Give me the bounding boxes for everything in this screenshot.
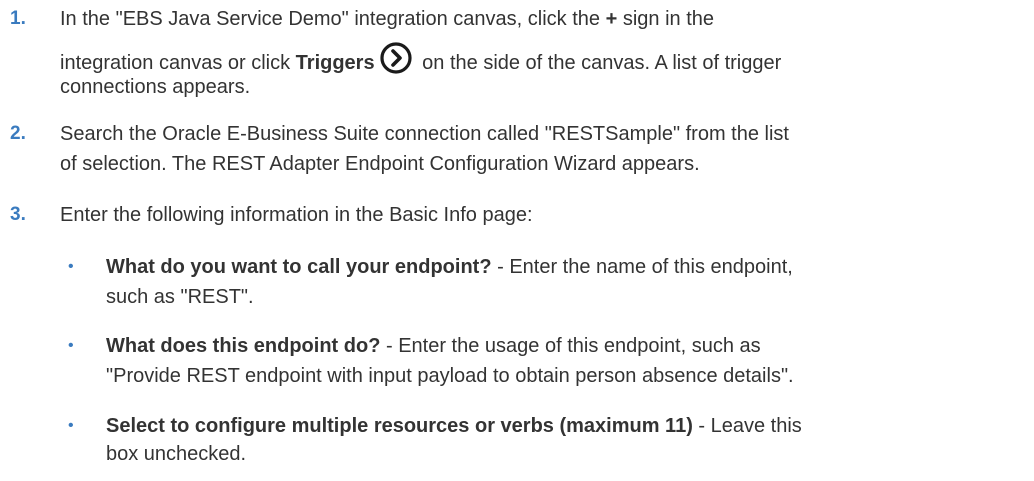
bullet-1-line-1: What do you want to call your endpoint? … [106, 251, 793, 283]
bullet-2-text: "Provide REST endpoint with input payloa… [106, 365, 794, 387]
bullet-marker: • [68, 258, 74, 275]
bullet-2-title: What does this endpoint do? [106, 335, 381, 357]
bullet-3-line-2: box unchecked. [106, 438, 246, 470]
bullet-marker: • [68, 337, 74, 354]
instruction-page: 1. In the "EBS Java Service Demo" integr… [0, 0, 1034, 481]
bullet-3-title: Select to configure multiple resources o… [106, 415, 693, 437]
step-number: 2. [10, 123, 26, 144]
bullet-1-line-2: such as "REST". [106, 281, 254, 313]
step-1-text: sign in the [617, 8, 714, 30]
bullet-2-line-2: "Provide REST endpoint with input payloa… [106, 360, 794, 392]
bullet-1-text: - Enter the name of this endpoint, [491, 256, 793, 278]
bullet-2-text: - Enter the usage of this endpoint, such… [380, 335, 761, 357]
bullet-1-text: such as "REST". [106, 286, 254, 308]
step-1-line-1: In the "EBS Java Service Demo" integrati… [60, 3, 714, 35]
bullet-1-title: What do you want to call your endpoint? [106, 256, 492, 278]
bullet-3-text: - Leave this [692, 415, 802, 437]
step-2-line-1: Search the Oracle E-Business Suite conne… [60, 118, 789, 150]
step-1-text: In the "EBS Java Service Demo" integrati… [60, 8, 606, 30]
step-3-line-1: Enter the following information in the B… [60, 199, 533, 231]
step-1-text: connections appears. [60, 76, 251, 98]
bullet-2-line-1: What does this endpoint do? - Enter the … [106, 330, 761, 362]
step-2-line-2: of selection. The REST Adapter Endpoint … [60, 148, 700, 180]
step-2-text: Search the Oracle E-Business Suite conne… [60, 123, 789, 145]
triggers-label: Triggers [295, 52, 375, 74]
step-1-line-3: connections appears. [60, 71, 250, 103]
step-number: 1. [10, 8, 26, 29]
step-number: 3. [10, 204, 26, 225]
bullet-3-text: box unchecked. [106, 443, 247, 465]
plus-sign: + [605, 8, 618, 30]
step-3-text: Enter the following information in the B… [60, 204, 533, 226]
bullet-marker: • [68, 417, 74, 434]
step-1-text: on the side of the canvas. A list of tri… [416, 52, 782, 74]
chevron-right-circle-icon [379, 42, 412, 74]
step-2-text: of selection. The REST Adapter Endpoint … [60, 153, 700, 175]
